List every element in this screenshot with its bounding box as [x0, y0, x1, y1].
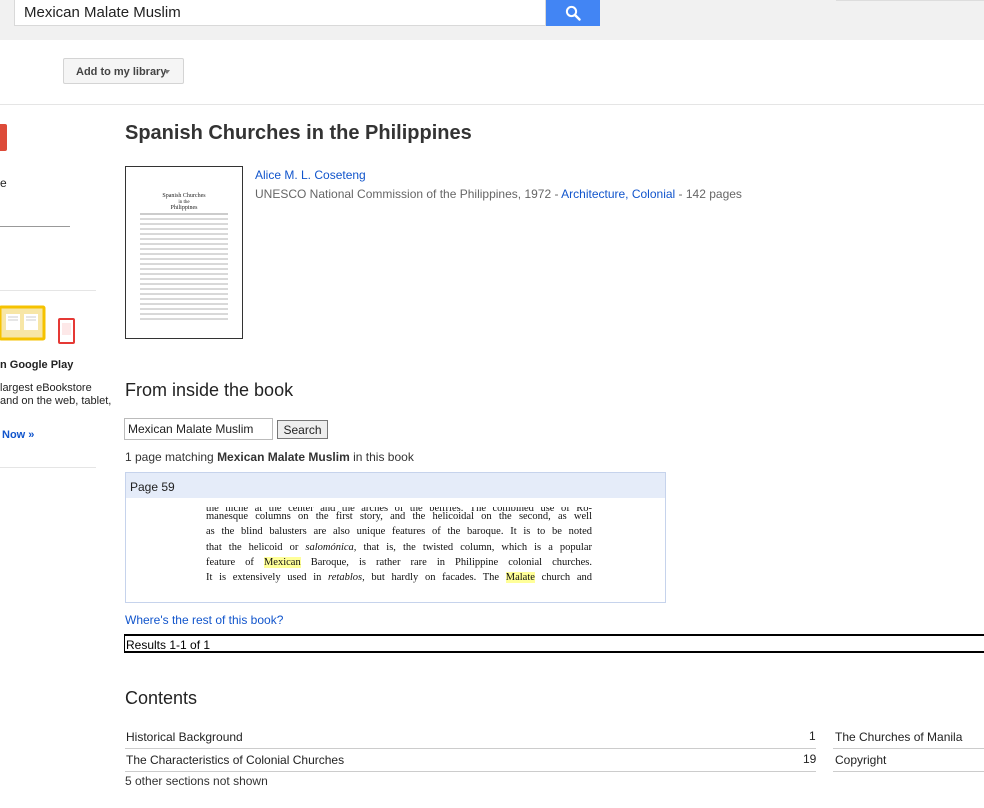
red-tab-button[interactable] — [0, 124, 7, 151]
book-title: Spanish Churches in the Philippines — [125, 122, 472, 144]
match-suffix: in this book — [349, 450, 414, 464]
scan-line: the niche at the center and the arches o… — [206, 503, 592, 514]
book-author: Alice M. L. Coseteng — [255, 168, 366, 182]
result-page-link[interactable]: Page 59 — [126, 473, 665, 498]
match-prefix: 1 page matching — [125, 450, 218, 464]
add-to-library-button[interactable]: Add to my library — [63, 58, 184, 84]
book-publication-info: UNESCO National Commission of the Philip… — [255, 187, 742, 201]
results-count: Results 1-1 of 1 — [124, 634, 984, 653]
shop-now-link[interactable]: Now » — [2, 429, 34, 441]
sidebar-underline — [0, 226, 70, 227]
toc-page-number: 1 — [809, 729, 816, 743]
svg-text:Spanish Churches: Spanish Churches — [162, 193, 206, 199]
toc-entry[interactable]: The Characteristics of Colonial Churches — [126, 753, 344, 773]
toc-entry[interactable]: The Churches of Manila — [835, 730, 962, 750]
inside-search-input[interactable]: Mexican Malate Muslim — [124, 418, 273, 440]
book-cover-image: Spanish Churches in the Philippines — [140, 193, 228, 320]
toc-page-number: 19 — [803, 752, 817, 766]
svg-text:Philippines: Philippines — [170, 205, 198, 211]
toc-divider — [833, 748, 984, 749]
add-to-library-label: Add to my library — [76, 66, 167, 78]
header-divider — [0, 104, 984, 105]
toc-divider — [125, 748, 816, 749]
publisher-year: UNESCO National Commission of the Philip… — [255, 187, 562, 201]
author-link[interactable]: Alice M. L. Coseteng — [255, 168, 366, 182]
rest-of-book-link[interactable]: Where's the rest of this book? — [125, 613, 283, 627]
google-play-title: n Google Play — [0, 359, 74, 371]
sidebar-fragment-text: e — [0, 176, 7, 190]
search-button[interactable] — [546, 0, 600, 26]
scan-line: It is extensively used in retablos, but … — [206, 572, 592, 584]
toc-entry[interactable]: Copyright — [835, 753, 886, 773]
sidebar-divider-2 — [0, 467, 96, 468]
scan-line: as the blind balusters are also unique f… — [206, 526, 592, 538]
toc-divider — [125, 771, 816, 772]
search-result-snippet[interactable]: Page 59 the niche at the center and the … — [125, 472, 666, 603]
page-scan-text: the niche at the center and the arches o… — [206, 507, 593, 585]
scan-line: that the helicoid or salomónica, that is… — [206, 541, 592, 553]
from-inside-heading: From inside the book — [125, 380, 294, 400]
page-count: - 142 pages — [675, 187, 742, 201]
toc-entry[interactable]: Historical Background — [126, 730, 243, 750]
other-sections-note: 5 other sections not shown — [125, 774, 268, 788]
google-play-description: largest eBookstore and on the web, table… — [0, 382, 112, 407]
caret-down-icon — [164, 70, 170, 74]
subject-link[interactable]: Architecture, Colonial — [561, 187, 675, 201]
inside-search-button[interactable]: Search — [277, 420, 328, 439]
match-summary: 1 page matching Mexican Malate Muslim in… — [125, 450, 414, 464]
book-cover-thumbnail[interactable]: Spanish Churches in the Philippines — [125, 166, 243, 339]
scan-line: feature of Mexican Baroque, is rather ra… — [206, 556, 593, 568]
contents-heading: Contents — [125, 688, 198, 708]
search-input[interactable]: Mexican Malate Muslim — [14, 0, 546, 26]
top-right-divider — [836, 0, 984, 1]
toc-divider — [833, 771, 984, 772]
devices-icon — [0, 305, 75, 344]
search-icon — [565, 5, 581, 21]
sidebar-divider — [0, 290, 96, 291]
highlight-malate: Malate — [505, 572, 535, 584]
highlight-mexican: Mexican — [263, 556, 301, 568]
match-query: Mexican Malate Muslim — [217, 450, 350, 464]
